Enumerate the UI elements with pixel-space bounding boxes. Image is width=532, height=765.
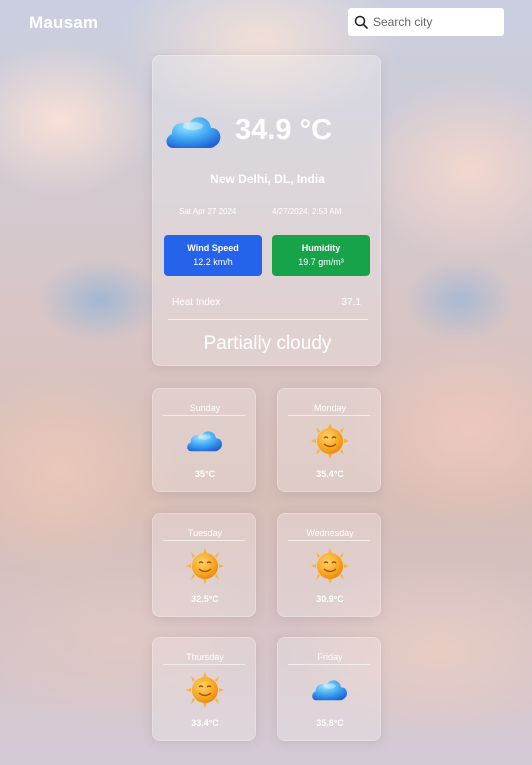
wind-speed-value: 12.2 km/h xyxy=(193,257,233,267)
sun-icon xyxy=(186,672,224,708)
current-date: Sat Apr 27 2024 xyxy=(179,207,237,216)
wind-speed-label: Wind Speed xyxy=(187,243,239,253)
search-box[interactable] xyxy=(348,8,504,36)
sun-icon xyxy=(186,548,224,584)
search-input[interactable] xyxy=(373,15,493,29)
forecast-temperature: 35.4°C xyxy=(316,469,344,479)
forecast-temperature: 30.9°C xyxy=(316,594,344,604)
forecast-card-wednesday: Wednesday 30.9°C xyxy=(277,513,381,617)
weather-condition: Partially cloudy xyxy=(203,333,332,354)
sun-icon xyxy=(311,548,349,584)
heat-index-label: Heat Index xyxy=(172,297,221,308)
current-weather-card: 34.9 °C New Delhi, DL, India Sat Apr 27 … xyxy=(152,55,381,366)
divider xyxy=(288,415,370,416)
divider xyxy=(163,540,245,541)
forecast-temperature: 35°C xyxy=(194,469,216,479)
forecast-card-sunday: Sunday 35°C xyxy=(152,388,256,492)
forecast-card-monday: Monday 35.4°C xyxy=(277,388,381,492)
forecast-day: Friday xyxy=(317,652,343,662)
forecast-day: Thursday xyxy=(186,652,224,662)
current-datetime: 4/27/2024, 2:53 AM xyxy=(272,207,342,216)
divider xyxy=(288,664,370,665)
forecast-card-friday: Friday 35.8°C xyxy=(277,637,381,741)
search-icon xyxy=(354,15,368,29)
forecast-card-thursday: Thursday 33.4°C xyxy=(152,637,256,741)
forecast-day: Monday xyxy=(313,403,347,413)
forecast-day: Tuesday xyxy=(187,528,223,538)
divider xyxy=(168,319,368,320)
location-label: New Delhi, DL, India xyxy=(210,172,325,186)
divider xyxy=(288,540,370,541)
divider xyxy=(163,415,245,416)
forecast-card-tuesday: Tuesday 32.5°C xyxy=(152,513,256,617)
cloud-icon xyxy=(312,680,348,701)
humidity-label: Humidity xyxy=(301,243,341,253)
forecast-temperature: 33.4°C xyxy=(191,718,219,728)
current-temperature: 34.9 °C xyxy=(235,114,333,146)
forecast-temperature: 35.8°C xyxy=(316,718,344,728)
wind-speed-badge: Wind Speed 12.2 km/h xyxy=(164,235,262,276)
forecast-day: Sunday xyxy=(189,403,221,413)
cloud-icon xyxy=(187,431,223,452)
humidity-value: 19.7 gm/m³ xyxy=(298,257,344,267)
cloud-icon xyxy=(166,117,221,148)
forecast-temperature: 32.5°C xyxy=(191,594,219,604)
sun-icon xyxy=(311,423,349,459)
divider xyxy=(163,664,245,665)
humidity-badge: Humidity 19.7 gm/m³ xyxy=(272,235,370,276)
app-logo: Mausam xyxy=(29,13,99,32)
forecast-day: Wednesday xyxy=(306,528,354,538)
heat-index-value: 37.1 xyxy=(341,297,361,308)
